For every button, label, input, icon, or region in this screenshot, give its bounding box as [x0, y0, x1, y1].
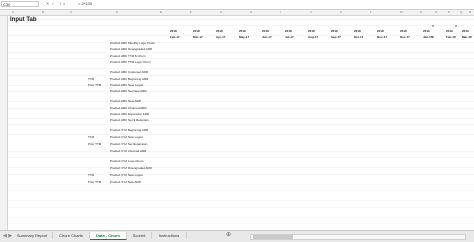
- header-month: Mar-17: [193, 35, 203, 39]
- row-label: Product ABC Expansion ARR: [110, 112, 150, 116]
- row-label: Product XYZ New Logos: [110, 173, 143, 177]
- column-header-i[interactable]: I: [280, 10, 281, 15]
- header-month: May-17: [239, 35, 250, 39]
- header-year: 2018: [262, 29, 269, 33]
- ttm-label: TTM: [88, 173, 95, 177]
- header-year: 2019: [446, 29, 453, 33]
- column-header-o[interactable]: O: [435, 10, 437, 15]
- header-year: 2018: [400, 29, 407, 33]
- row-label: Product ABC TTM $ Churn: [110, 54, 146, 58]
- tab-instructions[interactable]: Instructions: [152, 232, 187, 239]
- column-header-r[interactable]: R: [469, 10, 471, 15]
- tab-scored[interactable]: Scored: [127, 232, 152, 239]
- column-header-l[interactable]: L: [370, 10, 372, 15]
- column-header-h[interactable]: H: [250, 10, 252, 15]
- header-year: 2019: [423, 29, 430, 33]
- tab-churn-charts[interactable]: Churn Charts: [53, 232, 90, 239]
- scrollbar-thumb[interactable]: [253, 235, 293, 239]
- header-month: Aug-17: [308, 35, 319, 39]
- row-label: Product XYZ New ARR: [110, 180, 141, 184]
- ttm-label: Prior TTM: [88, 142, 102, 146]
- column-header-m[interactable]: M: [400, 10, 403, 15]
- header-year: 2019: [462, 29, 469, 33]
- header-year: 2018: [193, 29, 200, 33]
- sheet-nav-arrows-icon[interactable]: ◀ ▶: [3, 233, 12, 239]
- header-month: Sep-17: [331, 35, 341, 39]
- column-header-d[interactable]: D: [116, 10, 118, 15]
- row-label: Product ABC Net New ARR: [110, 89, 147, 93]
- column-header-q[interactable]: Q: [460, 10, 462, 15]
- tab-summary-report[interactable]: Summary Report: [12, 232, 53, 239]
- add-sheet-icon[interactable]: ⊕: [226, 232, 231, 239]
- tab-data-churn[interactable]: Data - Churn: [90, 232, 127, 240]
- marker-x: x: [455, 23, 457, 28]
- row-label: Product XYZ Churned ARR: [110, 149, 147, 153]
- header-month: Dec-17: [400, 35, 410, 39]
- column-header-b[interactable]: B: [42, 10, 44, 15]
- header-year: 2018: [331, 29, 338, 33]
- column-header-g[interactable]: G: [220, 10, 222, 15]
- column-header-k[interactable]: K: [340, 10, 342, 15]
- header-month: Mar-18: [462, 35, 472, 39]
- row-label: Product ABC Beginning ARR: [110, 77, 149, 81]
- formula-icons[interactable]: ✕✓ fx: [46, 1, 67, 7]
- row-label: Product XYZ Beginning ARR: [110, 128, 149, 132]
- column-header-p[interactable]: P: [448, 10, 450, 15]
- fx-icon[interactable]: fx: [60, 1, 67, 6]
- sheet-title: Input Tab: [10, 17, 37, 23]
- column-header-j[interactable]: J: [310, 10, 312, 15]
- header-month: Feb-18: [446, 35, 456, 39]
- ttm-label: Prior TTM: [88, 83, 102, 87]
- column-header-n[interactable]: N: [420, 10, 422, 15]
- ttm-label: TTM: [88, 135, 95, 139]
- row-label: Product ABC Downgraded ARR: [110, 47, 153, 51]
- header-month: Nov-17: [377, 35, 388, 39]
- column-header-f[interactable]: F: [190, 10, 192, 15]
- header-month: Jul-17: [285, 35, 294, 39]
- name-box[interactable]: C30: [1, 1, 39, 7]
- row-label: Product ABC TTM Logo Churn: [110, 60, 151, 64]
- formula-bar: C30 ✕✓ fx =-2*100: [0, 0, 474, 10]
- header-year: 2018: [354, 29, 361, 33]
- header-month: Jun-17: [262, 35, 272, 39]
- header-year: 2018: [216, 29, 223, 33]
- column-header-c[interactable]: C: [70, 10, 72, 15]
- row-header-strip: [0, 16, 8, 230]
- row-label: Product XYZ Logo Churn: [110, 159, 144, 163]
- row-label: Product ABC Churned ARR: [110, 106, 147, 110]
- row-label: Product XYZ Net Expansion: [110, 142, 148, 146]
- row-label: Product ABC Net $ Retention: [110, 118, 149, 122]
- sheet-tab-bar: ◀ ▶ Summary Report Churn Charts Data - C…: [0, 230, 474, 242]
- header-year: 2018: [377, 29, 384, 33]
- row-label: Product XYZ Downgraded ARR: [110, 166, 152, 170]
- formula-input[interactable]: =-2*100: [78, 1, 92, 7]
- header-year: 2018: [170, 29, 177, 33]
- header-month: Apr-17: [216, 35, 226, 39]
- row-label: Product ABC Monthly Logo Churn: [110, 41, 156, 45]
- column-header-e[interactable]: E: [160, 10, 162, 15]
- row-label: Product XYZ New Logos: [110, 135, 143, 139]
- header-month: Feb-17: [170, 35, 180, 39]
- header-year: 2018: [239, 29, 246, 33]
- marker-x: x: [432, 34, 434, 39]
- row-label: Product ABC New Logos: [110, 83, 144, 87]
- ttm-label: Prior TTM: [88, 180, 102, 184]
- spreadsheet-grid[interactable]: [8, 16, 474, 230]
- ttm-label: TTM: [88, 77, 95, 81]
- header-month: Oct-17: [354, 35, 364, 39]
- row-label: Product ABC Customer ARR: [110, 70, 149, 74]
- horizontal-scrollbar[interactable]: [250, 234, 466, 240]
- row-label: Product ABC New ARR: [110, 99, 142, 103]
- column-header-a[interactable]: A: [12, 10, 14, 15]
- marker-x: x: [432, 23, 434, 28]
- header-year: 2018: [285, 29, 292, 33]
- header-year: 2018: [308, 29, 315, 33]
